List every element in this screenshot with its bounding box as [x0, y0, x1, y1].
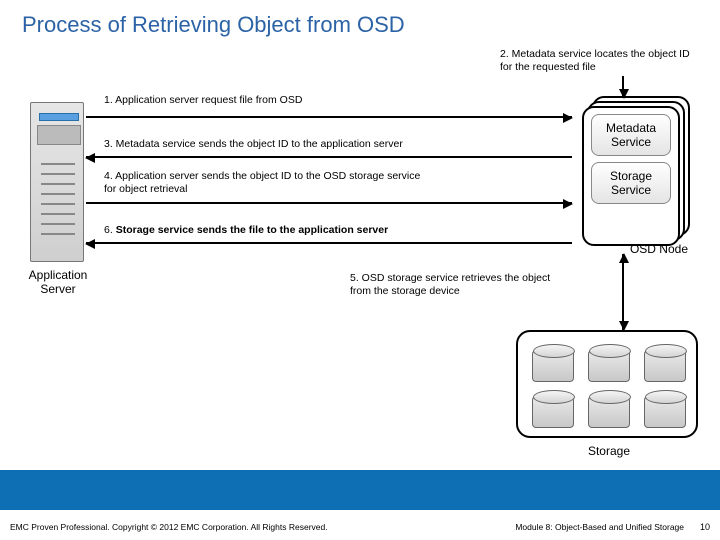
- step-6-text: 6. Storage service sends the file to the…: [104, 224, 388, 237]
- application-server-icon: [30, 102, 84, 262]
- page-title: Process of Retrieving Object from OSD: [0, 0, 720, 42]
- arrow-step2: [622, 76, 624, 98]
- page-number: 10: [700, 522, 710, 532]
- storage-service-box: Storage Service: [591, 162, 671, 204]
- arrow-step5: [622, 254, 624, 330]
- step-5-text: 5. OSD storage service retrieves the obj…: [350, 272, 560, 297]
- arrow-step3: [86, 156, 572, 158]
- step-3-text: 3. Metadata service sends the object ID …: [104, 138, 403, 151]
- step-2-text: 2. Metadata service locates the object I…: [500, 48, 690, 73]
- diagram-area: 2. Metadata service locates the object I…: [0, 42, 720, 472]
- arrow-step6: [86, 242, 572, 244]
- arrow-step1: [86, 116, 572, 118]
- footer-left: EMC Proven Professional. Copyright © 201…: [10, 522, 328, 532]
- step-4-text: 4. Application server sends the object I…: [104, 170, 434, 195]
- footer-right: Module 8: Object-Based and Unified Stora…: [515, 522, 684, 532]
- step-1-text: 1. Application server request file from …: [104, 94, 302, 107]
- arrow-step4: [86, 202, 572, 204]
- application-server-label: Application Server: [12, 268, 104, 296]
- osd-node-label: OSD Node: [630, 242, 688, 256]
- storage-label: Storage: [588, 444, 630, 458]
- footer-bar: [0, 470, 720, 510]
- metadata-service-box: Metadata Service: [591, 114, 671, 156]
- storage-icon: [516, 330, 698, 438]
